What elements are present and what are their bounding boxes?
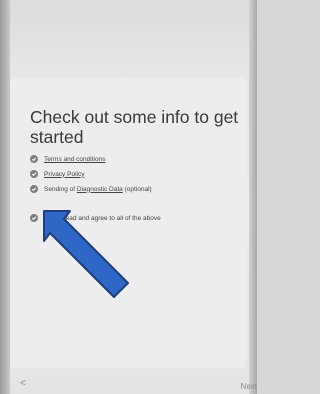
- check-icon[interactable]: [30, 185, 38, 193]
- diagnostic-row[interactable]: Sending of Diagnostic Data (optional): [30, 185, 152, 193]
- page-title: Check out some info to get started: [30, 107, 239, 147]
- diagnostic-link[interactable]: Sending of Diagnostic Data (optional): [44, 186, 152, 193]
- terms-row[interactable]: Terms and conditions: [30, 155, 105, 163]
- back-button[interactable]: <: [20, 378, 26, 389]
- check-icon[interactable]: [30, 170, 38, 178]
- phone-bezel-right: [249, 0, 257, 394]
- annotation-arrow-icon: [43, 210, 129, 298]
- terms-link[interactable]: Terms and conditions: [44, 156, 105, 163]
- phone-bezel-left: [0, 0, 10, 394]
- next-button[interactable]: Next: [241, 382, 257, 391]
- check-icon[interactable]: [30, 155, 38, 163]
- privacy-link[interactable]: Privacy Policy: [44, 171, 84, 178]
- privacy-row[interactable]: Privacy Policy: [30, 170, 84, 178]
